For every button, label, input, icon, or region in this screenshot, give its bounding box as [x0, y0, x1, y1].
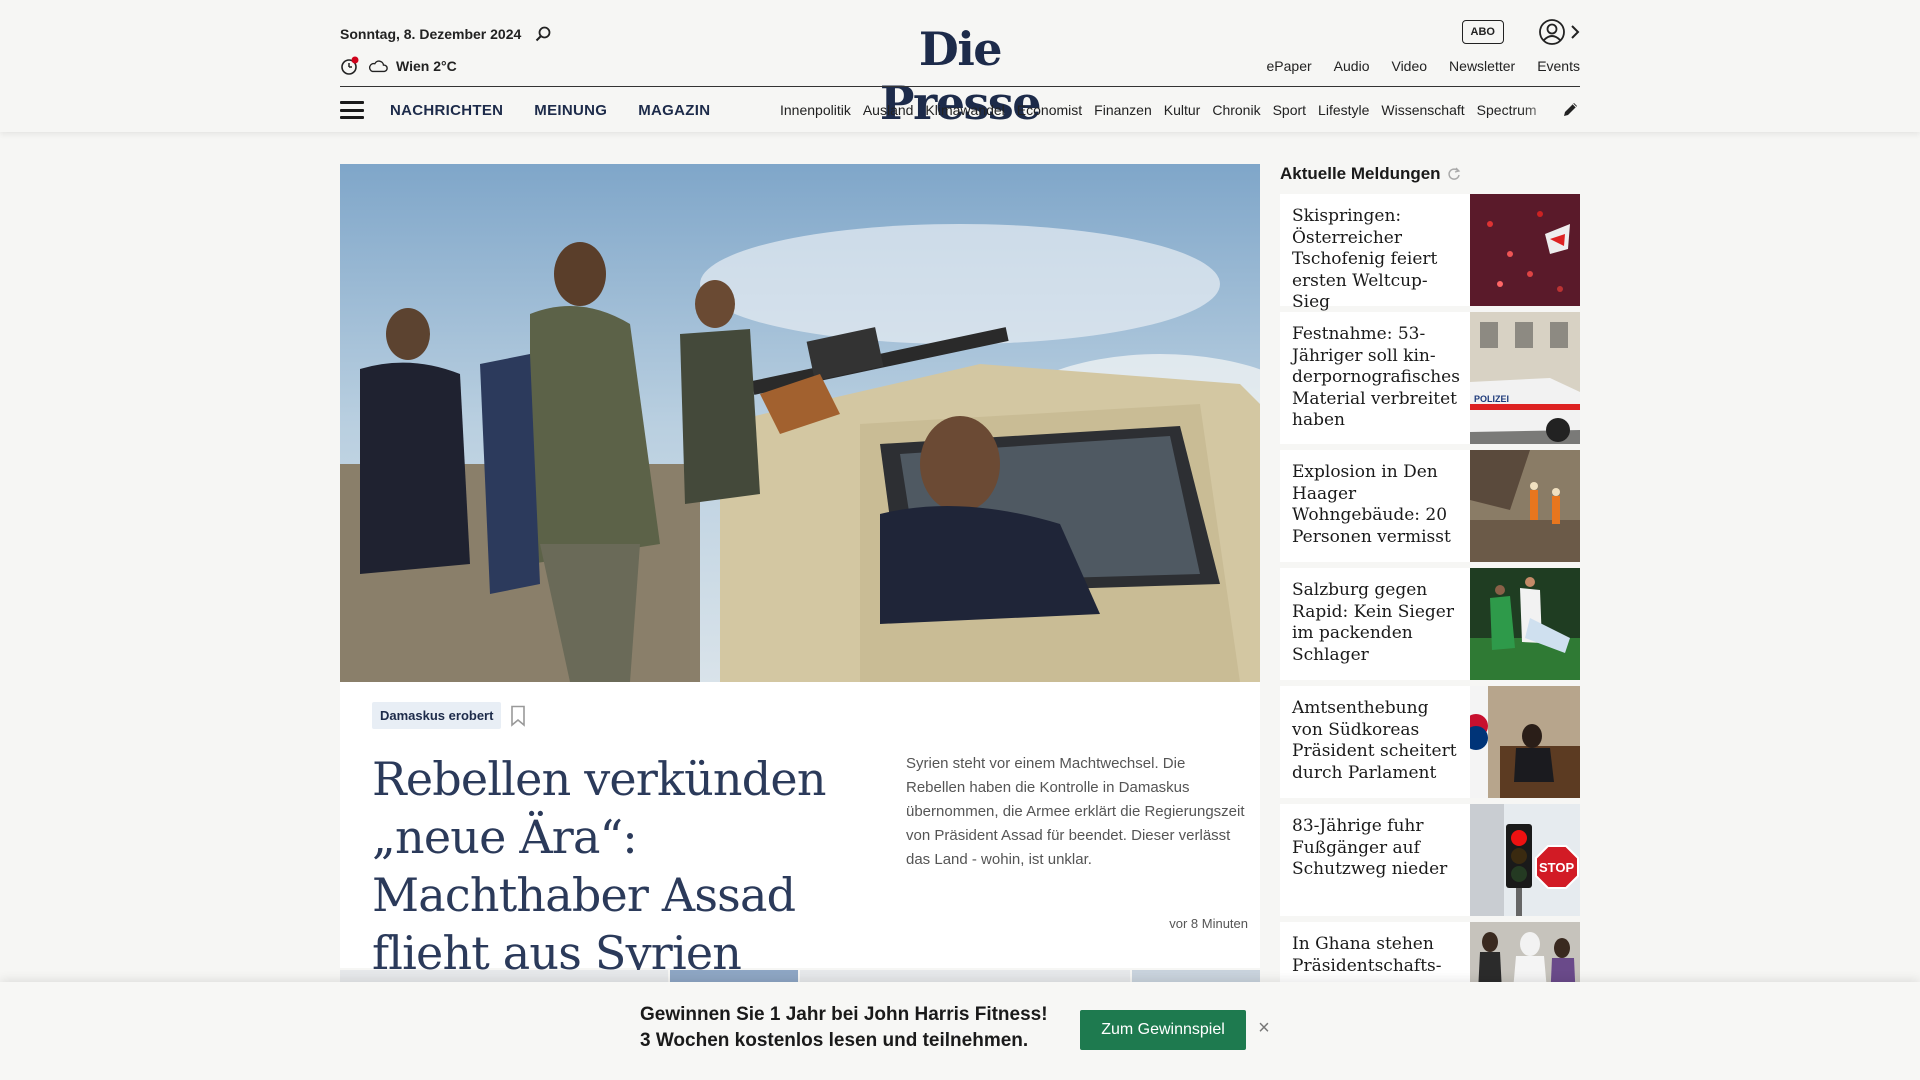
account-menu[interactable]	[1538, 18, 1580, 46]
news-item-headline[interactable]: Explosion in Den Haager Wohngebäude: 20 …	[1280, 450, 1470, 562]
promo-line-2: 3 Wochen kostenlos lesen und teilnehmen.	[640, 1030, 1029, 1051]
lead-article-card[interactable]: Damaskus erobert Rebellen verkünden „neu…	[340, 682, 1260, 980]
top-link-video[interactable]: Video	[1391, 58, 1427, 74]
svg-text:POLIZEI: POLIZEI	[1474, 394, 1509, 404]
news-item-headline[interactable]: Amtsenthebung von Südkoreas Präsident sc…	[1280, 686, 1470, 798]
cloud-icon	[368, 56, 388, 76]
sidebar-title: Aktuelle Meldungen	[1280, 164, 1461, 184]
nav-wissenschaft[interactable]: Wissenschaft	[1381, 102, 1464, 118]
weather-label: Wien 2°C	[396, 58, 457, 74]
news-list: Skispringen: Österreicher Tschofenig fei…	[1280, 194, 1580, 1040]
refresh-icon	[1447, 167, 1460, 180]
nav-economist[interactable]: Economist	[1017, 102, 1082, 118]
top-links: ePaper Audio Video Newsletter Events	[1267, 58, 1580, 74]
news-item-thumbnail[interactable]	[1470, 450, 1580, 562]
current-date: Sonntag, 8. Dezember 2024	[340, 26, 522, 42]
nav-klimawandel[interactable]: Klimawandel	[925, 102, 1004, 118]
promo-banner: Gewinnen Sie 1 Jahr bei John Harris Fitn…	[0, 982, 1920, 1080]
header-divider	[340, 86, 1580, 87]
news-item[interactable]: Festnahme: 53-Jähriger soll kin-derporno…	[1280, 312, 1580, 444]
site-header: Sonntag, 8. Dezember 2024 Wien 2°C Die P…	[0, 0, 1920, 132]
top-link-newsletter[interactable]: Newsletter	[1449, 58, 1515, 74]
nav-nachrichten[interactable]: NACHRICHTEN	[390, 102, 503, 119]
promo-cta-button[interactable]: Zum Gewinnspiel	[1080, 1010, 1246, 1050]
hero-image[interactable]	[340, 164, 1260, 682]
weather-row: Wien 2°C	[340, 56, 457, 76]
section-nav: Innenpolitik Ausland Klimawandel Economi…	[780, 102, 1560, 118]
nav-lifestyle[interactable]: Lifestyle	[1318, 102, 1369, 118]
chevron-right-icon[interactable]	[1570, 24, 1580, 40]
news-item-thumbnail[interactable]	[1470, 568, 1580, 680]
top-link-epaper[interactable]: ePaper	[1267, 58, 1312, 74]
article-timestamp: vor 8 Minuten	[1169, 916, 1248, 931]
news-item-thumbnail[interactable]: POLIZEI	[1470, 312, 1580, 444]
date-row: Sonntag, 8. Dezember 2024	[340, 24, 553, 44]
nav-kultur[interactable]: Kultur	[1164, 102, 1201, 118]
nav-meinung[interactable]: MEINUNG	[534, 102, 607, 119]
news-item-thumbnail[interactable]	[1470, 194, 1580, 306]
main-nav: NACHRICHTEN MEINUNG MAGAZIN Innenpolitik…	[340, 96, 1580, 124]
news-item[interactable]: Explosion in Den Haager Wohngebäude: 20 …	[1280, 450, 1580, 562]
news-item-thumbnail[interactable]	[1470, 686, 1580, 798]
pencil-icon[interactable]	[1562, 100, 1580, 118]
news-item-headline[interactable]: Festnahme: 53-Jähriger soll kin-derporno…	[1280, 312, 1470, 444]
svg-text:STOP: STOP	[1539, 860, 1574, 875]
article-teaser: Syrien steht vor einem Machtwechsel. Die…	[906, 755, 1245, 868]
news-item[interactable]: Skispringen: Österreicher Tschofenig fei…	[1280, 194, 1580, 312]
article-headline[interactable]: Rebellen verkünden „neue Ära“: Machthabe…	[372, 750, 882, 982]
promo-line-1: Gewinnen Sie 1 Jahr bei John Harris Fitn…	[640, 1004, 1048, 1025]
top-link-events[interactable]: Events	[1537, 58, 1580, 74]
nav-ausland[interactable]: Ausland	[863, 102, 914, 118]
user-icon[interactable]	[1538, 18, 1566, 46]
nav-finanzen[interactable]: Finanzen	[1094, 102, 1152, 118]
news-item[interactable]: Salzburg gegen Rapid: Kein Sieger im pac…	[1280, 568, 1580, 680]
top-link-audio[interactable]: Audio	[1334, 58, 1370, 74]
close-icon[interactable]: ×	[1254, 1017, 1274, 1039]
nav-spectrum[interactable]: Spectrum	[1477, 102, 1537, 118]
news-item-headline[interactable]: Salzburg gegen Rapid: Kein Sieger im pac…	[1280, 568, 1470, 680]
sidebar-title-label: Aktuelle Meldungen	[1280, 164, 1441, 183]
news-item-headline[interactable]: Skispringen: Österreicher Tschofenig fei…	[1280, 194, 1470, 312]
nav-magazin[interactable]: MAGAZIN	[638, 102, 710, 119]
news-item[interactable]: 83-Jährige fuhr Fußgänger auf Schutzweg …	[1280, 804, 1580, 916]
news-item[interactable]: Amtsenthebung von Südkoreas Präsident sc…	[1280, 686, 1580, 798]
news-item-headline[interactable]: 83-Jährige fuhr Fußgänger auf Schutzweg …	[1280, 804, 1470, 916]
menu-icon[interactable]	[340, 101, 364, 119]
bookmark-icon[interactable]	[509, 705, 527, 727]
abo-button[interactable]: ABO	[1461, 20, 1504, 44]
search-icon[interactable]	[533, 24, 553, 44]
nav-sport[interactable]: Sport	[1273, 102, 1306, 118]
clock-alert-icon[interactable]	[340, 56, 360, 76]
promo-text: Gewinnen Sie 1 Jahr bei John Harris Fitn…	[640, 1002, 1048, 1054]
nav-chronik[interactable]: Chronik	[1212, 102, 1260, 118]
article-topic-tag[interactable]: Damaskus erobert	[372, 702, 502, 729]
news-item-thumbnail[interactable]: STOP	[1470, 804, 1580, 916]
nav-innenpolitik[interactable]: Innenpolitik	[780, 102, 851, 118]
